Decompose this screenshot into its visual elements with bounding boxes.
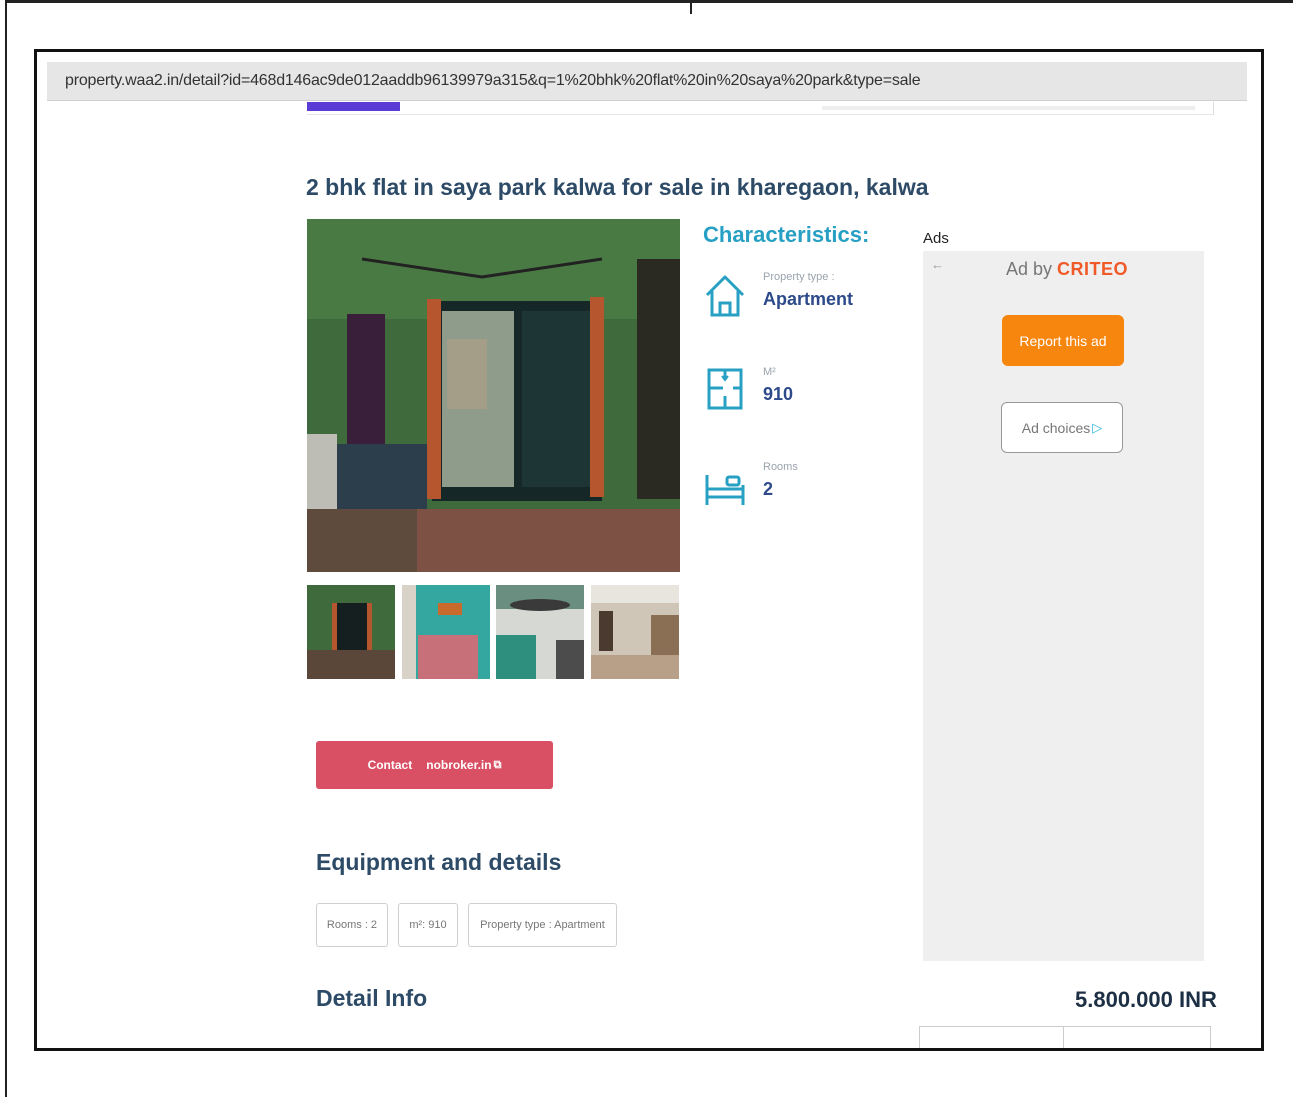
contact-button[interactable]: Contact nobroker.in ⧉ xyxy=(316,741,553,789)
floorplan-icon xyxy=(707,368,743,410)
thumbnail-1[interactable] xyxy=(307,585,395,679)
chip-property-type: Property type : Apartment xyxy=(468,903,617,947)
characteristic-property-type: Property type : Apartment xyxy=(703,271,903,331)
address-bar[interactable]: property.waa2.in/detail?id=468d146ac9de0… xyxy=(47,62,1247,101)
thumbnail-3-image xyxy=(496,585,584,679)
url-text[interactable]: property.waa2.in/detail?id=468d146ac9de0… xyxy=(65,72,921,90)
detail-info-heading: Detail Info xyxy=(316,985,428,1011)
rooms-label: Rooms xyxy=(763,461,798,473)
property-type-label: Property type : xyxy=(763,271,835,283)
rooms-value: 2 xyxy=(763,479,774,499)
external-link-icon: ⧉ xyxy=(493,758,502,771)
equipment-heading: Equipment and details xyxy=(316,849,562,875)
document-border-top xyxy=(5,0,1293,3)
characteristic-area: M² 910 xyxy=(703,366,903,426)
listing-title: 2 bhk flat in saya park kalwa for sale i… xyxy=(306,174,929,200)
tab-strip xyxy=(307,102,1214,115)
thumbnail-2-image xyxy=(402,585,490,679)
report-ad-button[interactable]: Report this ad xyxy=(1002,315,1124,366)
thumbnail-4[interactable] xyxy=(591,585,679,679)
ad-choices-label: Ad choices xyxy=(1021,419,1091,436)
back-arrow-icon[interactable]: ← xyxy=(931,257,944,272)
area-value: 910 xyxy=(763,384,794,404)
ads-label: Ads xyxy=(923,230,949,247)
main-photo[interactable] xyxy=(307,219,680,572)
thumbnail-1-image xyxy=(307,585,395,679)
characteristics-heading: Characteristics: xyxy=(703,222,870,247)
characteristic-rooms: Rooms 2 xyxy=(703,461,903,521)
house-icon xyxy=(705,275,745,317)
contact-label: Contact xyxy=(367,758,413,772)
criteo-logo: CRITEO xyxy=(1057,259,1129,279)
property-type-value: Apartment xyxy=(763,289,854,309)
ad-panel: ← Ad by CRITEO Report this ad Ad choices… xyxy=(923,251,1204,961)
listing-price: 5.800.000 INR xyxy=(1075,987,1217,1012)
active-tab-indicator[interactable] xyxy=(307,102,400,111)
ad-by-criteo: Ad by CRITEO xyxy=(1006,259,1128,280)
inactive-tab-indicator[interactable] xyxy=(822,106,1195,110)
area-label: M² xyxy=(763,366,776,378)
screenshot-frame: property.waa2.in/detail?id=468d146ac9de0… xyxy=(34,49,1264,1051)
thumbnail-4-image xyxy=(591,585,679,679)
ad-choices-button[interactable]: Ad choices ▷ xyxy=(1001,402,1123,453)
price-table xyxy=(919,1026,1211,1048)
thumbnail-2[interactable] xyxy=(402,585,490,679)
ad-by-text: Ad by xyxy=(1006,259,1058,279)
thumbnail-strip xyxy=(307,585,679,681)
bed-icon xyxy=(705,475,745,505)
ad-choices-icon: ▷ xyxy=(1092,419,1103,435)
document-border-left xyxy=(5,0,7,1097)
room-photo-image xyxy=(307,219,680,572)
document-divider xyxy=(690,0,692,14)
thumbnail-3[interactable] xyxy=(496,585,584,679)
chip-rooms: Rooms : 2 xyxy=(316,903,388,947)
contact-site: nobroker.in xyxy=(426,758,492,772)
chip-area: m²: 910 xyxy=(398,903,458,947)
